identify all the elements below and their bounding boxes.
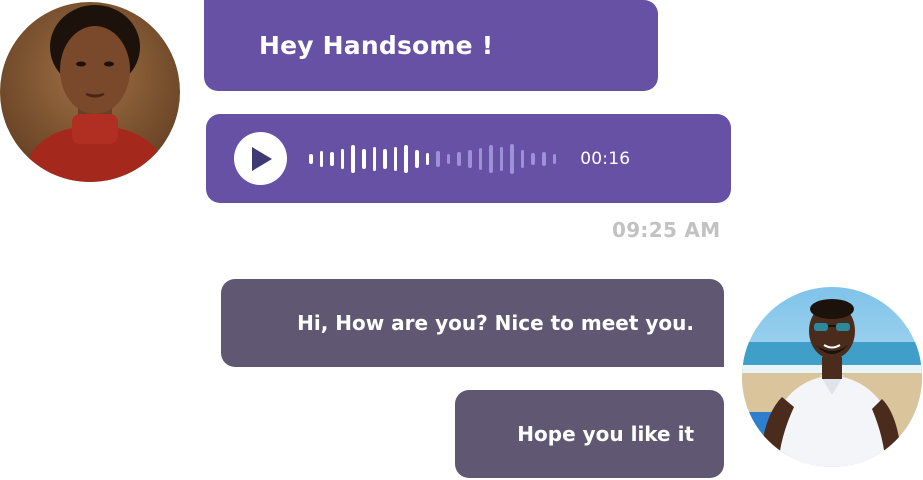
waveform-bar [425, 152, 430, 165]
outgoing-message-text: Hi, How are you? Nice to meet you. [297, 311, 694, 335]
sender-avatar [0, 2, 180, 182]
waveform-bar [457, 151, 461, 166]
audio-waveform-icon[interactable] [309, 139, 557, 179]
incoming-message-bubble: Hey Handsome ! [204, 0, 658, 91]
chat-illustration: Hey Handsome ! 00:16 09:25 AM Hi, How ar… [0, 0, 923, 480]
waveform-bar [446, 153, 451, 164]
play-icon [251, 146, 272, 171]
waveform-bar [510, 143, 514, 174]
waveform-bar [404, 144, 408, 173]
waveform-bar [351, 144, 355, 173]
outgoing-message-bubble: Hope you like it [455, 390, 724, 478]
voice-message-bubble: 00:16 [206, 114, 731, 203]
waveform-bar [520, 149, 525, 168]
waveform-bar [372, 146, 377, 171]
outgoing-message-bubble: Hi, How are you? Nice to meet you. [221, 279, 724, 367]
waveform-bar [319, 150, 324, 167]
waveform-bar [361, 148, 366, 169]
waveform-bar [330, 151, 334, 166]
waveform-bar [436, 150, 440, 167]
incoming-message-text: Hey Handsome ! [259, 31, 494, 60]
waveform-bar [489, 144, 493, 173]
waveform-bar [552, 153, 557, 164]
waveform-bar [531, 152, 536, 165]
waveform-bar [383, 148, 387, 169]
voice-duration: 00:16 [580, 148, 631, 169]
waveform-bar [393, 146, 398, 171]
waveform-bar [478, 147, 483, 170]
play-button[interactable] [234, 132, 287, 185]
waveform-bar [542, 151, 546, 166]
recipient-avatar [742, 287, 922, 467]
waveform-bar [340, 148, 345, 169]
outgoing-message-text: Hope you like it [517, 422, 694, 446]
message-timestamp: 09:25 AM [612, 218, 721, 242]
waveform-bar [499, 146, 504, 171]
waveform-bar [309, 153, 313, 164]
waveform-bar [467, 149, 472, 168]
waveform-bar [414, 149, 419, 168]
